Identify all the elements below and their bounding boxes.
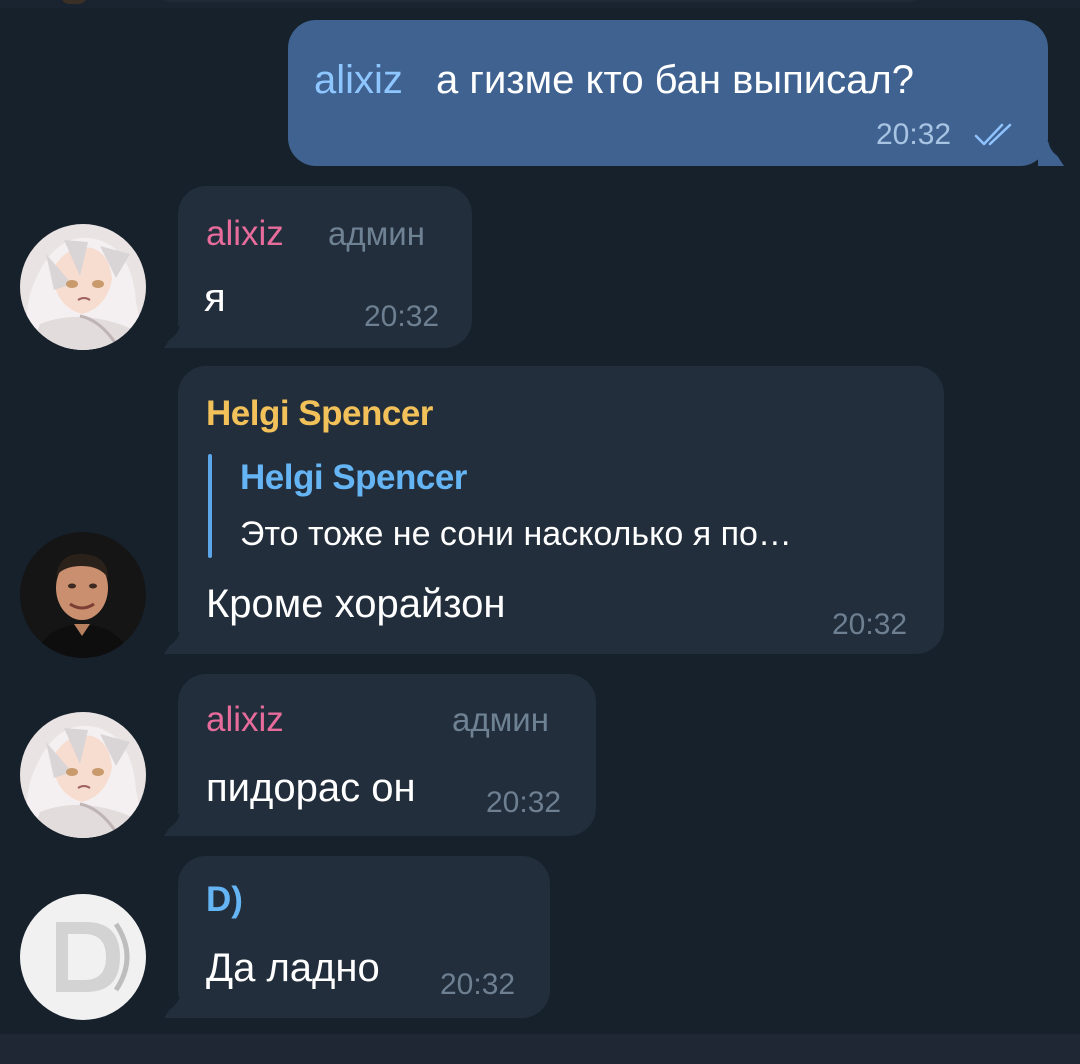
anime-avatar-icon xyxy=(20,224,146,350)
message-text: а гизме кто бан выписал? xyxy=(436,58,914,102)
bubble-tail xyxy=(1038,142,1064,166)
message-text: Да ладно xyxy=(206,946,380,990)
sender-name[interactable]: Helgi Spencer xyxy=(206,394,433,434)
bubble-tail xyxy=(164,996,188,1018)
admin-badge: админ xyxy=(328,215,425,252)
reply-preview[interactable]: Helgi Spencer Это тоже не сони насколько… xyxy=(208,454,898,558)
reply-sender-name: Helgi Spencer xyxy=(240,458,467,497)
bubble-tail xyxy=(164,814,188,836)
incoming-message-bubble[interactable]: Helgi Spencer Helgi Spencer Это тоже не … xyxy=(164,366,944,654)
message-time: 20:32 xyxy=(440,968,516,1001)
incoming-message-bubble[interactable]: D) Да ладно 20:32 xyxy=(164,856,550,1018)
outgoing-message-bubble[interactable]: alixiz а гизме кто бан выписал? 20:32 xyxy=(288,20,1064,166)
letter-d-avatar-icon xyxy=(20,894,146,1020)
anime-avatar-icon xyxy=(20,712,146,838)
message-time: 20:32 xyxy=(486,786,562,819)
message-time: 20:32 xyxy=(832,608,908,641)
message-time: 20:32 xyxy=(364,300,440,333)
input-bar-edge xyxy=(0,1034,1080,1064)
incoming-message-bubble[interactable]: alixiz админ я 20:32 xyxy=(164,186,472,348)
bubble-tail xyxy=(164,326,188,348)
sender-name[interactable]: D) xyxy=(206,880,243,920)
chat-view: alixiz а гизме кто бан выписал? 20:32 al… xyxy=(0,0,1080,1064)
sender-name[interactable]: alixiz xyxy=(206,214,284,254)
photo-avatar-icon xyxy=(20,532,146,658)
previous-bubble-edge xyxy=(160,0,920,2)
incoming-message-bubble[interactable]: alixiz админ пидорас он 20:32 xyxy=(164,674,596,836)
message-time: 20:32 xyxy=(876,118,952,151)
reply-accent-bar xyxy=(208,454,212,558)
message-text: я xyxy=(204,276,226,320)
double-check-icon xyxy=(974,123,1012,146)
sender-name[interactable]: alixiz xyxy=(206,700,284,740)
reply-text: Это тоже не сони насколько я по… xyxy=(240,515,792,553)
avatar[interactable] xyxy=(20,532,146,658)
avatar[interactable] xyxy=(20,224,146,350)
avatar[interactable] xyxy=(20,894,146,1020)
message-text: Кроме хорайзон xyxy=(206,582,506,626)
avatar[interactable] xyxy=(20,712,146,838)
mention-link[interactable]: alixiz xyxy=(314,56,403,104)
bubble-tail xyxy=(164,632,188,654)
message-text: пидорас он xyxy=(206,766,416,810)
admin-badge: админ xyxy=(452,701,549,738)
